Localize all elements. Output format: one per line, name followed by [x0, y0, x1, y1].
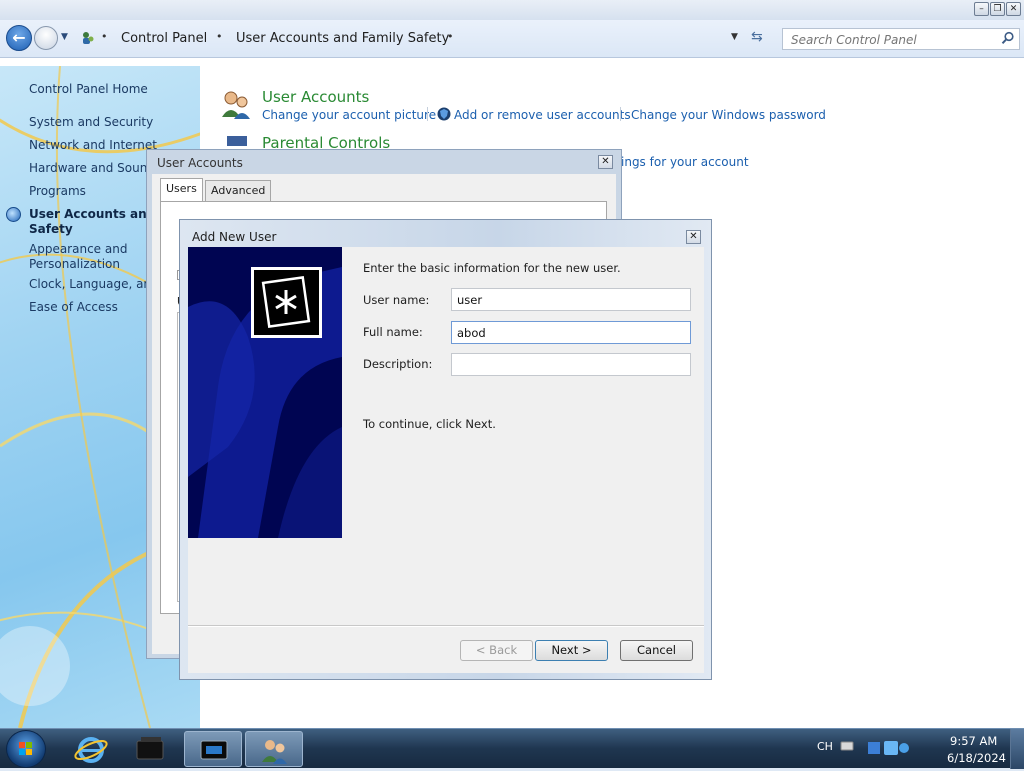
clock-time[interactable]: 9:57 AM [950, 734, 997, 748]
show-desktop-button[interactable] [1010, 729, 1024, 769]
tab-advanced[interactable]: Advanced [205, 180, 272, 201]
internet-explorer-icon [74, 737, 108, 763]
dialog-title: User Accounts [157, 156, 243, 170]
wizard-banner [188, 247, 342, 538]
dialog-title: Add New User [192, 230, 277, 244]
close-icon[interactable]: ✕ [686, 230, 701, 244]
sidebar-item-appearance-line2[interactable]: Personalization [29, 257, 120, 271]
fullname-label: Full name: [363, 325, 423, 339]
add-new-user-dialog: Add New User ✕ Enter the basic informati… [179, 219, 712, 680]
search-icon[interactable] [1001, 31, 1015, 45]
sidebar-item-system-security[interactable]: System and Security [29, 115, 153, 129]
taskbar-user-accounts[interactable] [245, 731, 303, 767]
dialog-body: Enter the basic information for the new … [188, 247, 704, 673]
remote-desktop-icon [200, 740, 228, 760]
tray-icons[interactable] [866, 739, 910, 757]
search-input[interactable] [789, 32, 989, 48]
add-remove-user-accounts-link[interactable]: Add or remove user accounts [454, 108, 631, 122]
close-button[interactable]: ✕ [1006, 2, 1021, 16]
sidebar-item-clock-language[interactable]: Clock, Language, and [29, 277, 159, 291]
refresh-icon[interactable]: ⇆ [751, 29, 763, 45]
continue-hint: To continue, click Next. [363, 417, 496, 431]
taskbar: CH 9:57 AM 6/18/2024 [0, 728, 1024, 769]
maximize-button[interactable]: ❐ [990, 2, 1005, 16]
parental-controls-link[interactable]: ings for your account [621, 155, 749, 169]
taskbar-internet-explorer[interactable] [62, 731, 120, 767]
sidebar-item-programs[interactable]: Programs [29, 184, 86, 198]
windows-logo-icon [19, 742, 32, 755]
close-icon[interactable]: ✕ [598, 155, 613, 169]
sidebar-item-appearance-line1[interactable]: Appearance and [29, 242, 127, 256]
intro-text: Enter the basic information for the new … [363, 261, 621, 275]
description-label: Description: [363, 357, 433, 371]
user-accounts-icon [262, 740, 287, 764]
change-windows-password-link[interactable]: Change your Windows password [631, 108, 826, 122]
language-indicator[interactable]: CH [817, 740, 833, 753]
address-dropdown-icon[interactable]: ▼ [731, 32, 738, 42]
start-button[interactable] [6, 730, 46, 768]
breadcrumb-separator[interactable]: • [216, 30, 223, 43]
user-accounts-icon [222, 91, 250, 119]
breadcrumb-separator[interactable]: • [447, 30, 454, 43]
taskbar-remote-desktop[interactable] [184, 731, 242, 767]
cancel-button[interactable]: Cancel [620, 640, 693, 661]
taskbar-media-app[interactable] [122, 731, 180, 767]
sidebar-item-ease-of-access[interactable]: Ease of Access [29, 300, 118, 314]
breadcrumb-control-panel[interactable]: Control Panel [121, 31, 207, 46]
back-button[interactable]: < Back [460, 640, 533, 661]
link-divider [620, 107, 621, 121]
username-input[interactable] [451, 288, 691, 311]
clock-date[interactable]: 6/18/2024 [947, 751, 1006, 765]
current-section-icon [6, 207, 21, 222]
breadcrumb-user-accounts-family-safety[interactable]: User Accounts and Family Safety [236, 31, 449, 46]
back-arrow-icon[interactable]: ← [6, 25, 32, 51]
user-accounts-heading[interactable]: User Accounts [262, 88, 369, 106]
parental-controls-icon [227, 136, 247, 146]
link-divider [427, 107, 428, 121]
fullname-input[interactable] [451, 321, 691, 344]
sidebar-control-panel-home[interactable]: Control Panel Home [29, 82, 148, 96]
minimize-button[interactable]: – [974, 2, 989, 16]
history-dropdown-icon[interactable]: ▼ [61, 32, 68, 42]
tab-users[interactable]: Users [160, 178, 203, 201]
keyboard-icon[interactable] [840, 739, 854, 753]
user-key-icon [251, 267, 322, 338]
forward-arrow-icon[interactable] [34, 26, 58, 50]
next-button[interactable]: Next > [535, 640, 608, 661]
window-frame: – ❐ ✕ [0, 0, 1024, 20]
description-input[interactable] [451, 353, 691, 376]
change-account-picture-link[interactable]: Change your account picture [262, 108, 436, 122]
media-icon [136, 737, 164, 760]
divider [188, 626, 704, 627]
breadcrumb-separator: • [101, 30, 108, 43]
navigation-bar: ← ▼ • Control Panel • User Accounts and … [0, 20, 1024, 58]
control-panel-icon [83, 32, 94, 44]
sidebar-item-hardware-sound[interactable]: Hardware and Sound [29, 161, 155, 175]
search-box[interactable] [782, 28, 1020, 50]
username-label: User name: [363, 293, 430, 307]
shield-icon [437, 107, 451, 121]
sidebar-item-network-internet[interactable]: Network and Internet [29, 138, 157, 152]
